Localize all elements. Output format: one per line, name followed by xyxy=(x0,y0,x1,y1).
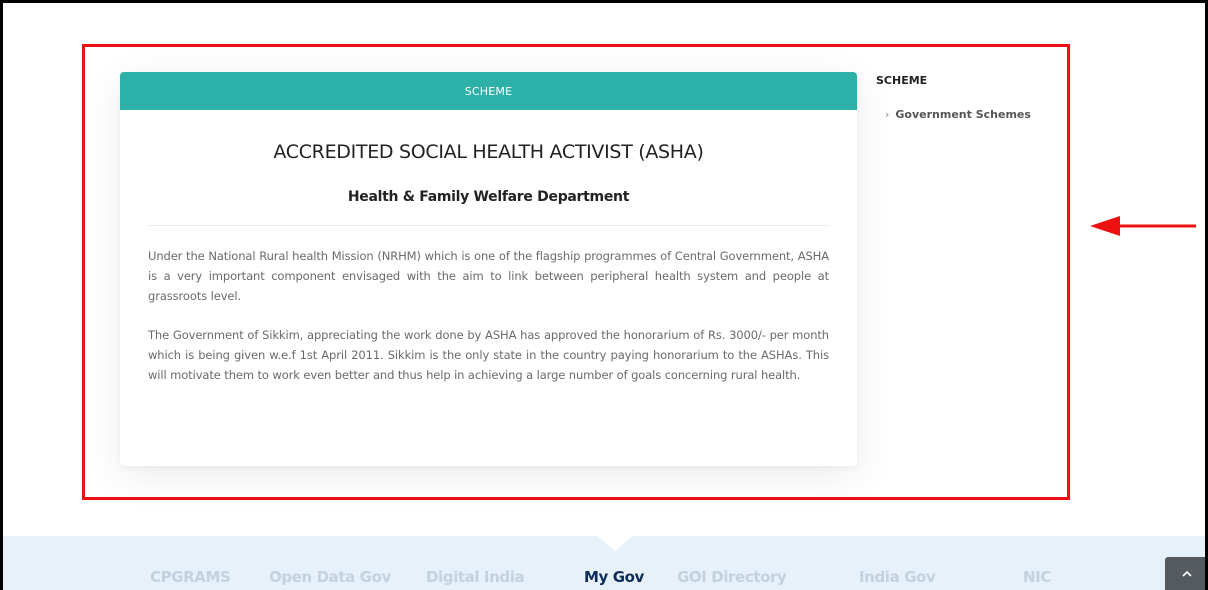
footer-link-cpgrams[interactable]: CPGRAMS xyxy=(150,568,231,586)
scroll-to-top-button[interactable] xyxy=(1165,557,1208,590)
footer-link-my-gov[interactable]: My Gov xyxy=(584,568,644,586)
scheme-title: ACCREDITED SOCIAL HEALTH ACTIVIST (ASHA) xyxy=(273,141,704,163)
footer-link-goi-directory[interactable]: GOI Directory xyxy=(677,568,787,586)
divider xyxy=(148,225,829,226)
footer-active-indicator xyxy=(597,536,633,551)
department-name: Health & Family Welfare Department xyxy=(347,189,630,205)
sidebar-heading: SCHEME xyxy=(876,74,928,87)
scheme-description-paragraph: The Government of Sikkim, appreciating t… xyxy=(148,328,829,382)
sidebar-item-government-schemes[interactable]: › Government Schemes xyxy=(885,108,1031,121)
footer-link-nic[interactable]: NIC xyxy=(1023,568,1051,586)
chevron-right-icon: › xyxy=(885,108,890,121)
footer-link-india-gov[interactable]: India Gov xyxy=(859,568,936,586)
footer-link-open-data-gov[interactable]: Open Data Gov xyxy=(269,568,391,586)
arrow-left-icon xyxy=(1090,216,1196,236)
scheme-description-paragraph: Under the National Rural health Mission … xyxy=(148,249,829,303)
scheme-card: SCHEME ACCREDITED SOCIAL HEALTH ACTIVIST… xyxy=(120,72,857,466)
chevron-up-icon xyxy=(1181,570,1192,577)
sidebar-item-label: Government Schemes xyxy=(895,108,1031,121)
footer-link-digital-india[interactable]: Digital India xyxy=(426,568,525,586)
card-header: SCHEME xyxy=(120,72,857,110)
